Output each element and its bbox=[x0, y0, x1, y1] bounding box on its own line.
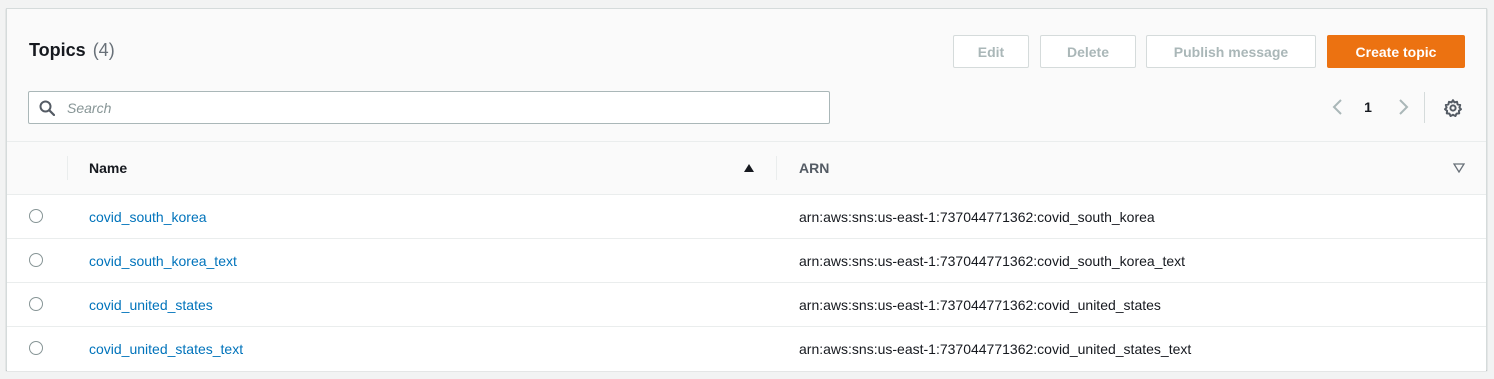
publish-message-button[interactable]: Publish message bbox=[1146, 35, 1316, 68]
topic-arn: arn:aws:sns:us-east-1:737044771362:covid… bbox=[799, 209, 1155, 225]
search-input[interactable] bbox=[65, 92, 815, 123]
row-radio[interactable] bbox=[29, 209, 43, 223]
caret-down-icon[interactable] bbox=[1453, 163, 1465, 173]
page-title: Topics (4) bbox=[29, 40, 115, 61]
gear-icon[interactable] bbox=[1443, 98, 1463, 118]
column-divider bbox=[776, 156, 777, 180]
chevron-right-icon[interactable] bbox=[1395, 98, 1411, 116]
delete-button[interactable]: Delete bbox=[1040, 35, 1136, 68]
table-row[interactable]: covid_united_states_text arn:aws:sns:us-… bbox=[7, 327, 1486, 371]
column-header-arn[interactable]: ARN bbox=[799, 160, 829, 176]
search-box[interactable] bbox=[28, 91, 830, 124]
column-header-name[interactable]: Name bbox=[89, 160, 127, 176]
topic-name-link[interactable]: covid_united_states bbox=[89, 297, 213, 313]
column-divider bbox=[67, 156, 68, 180]
pager-divider bbox=[1424, 92, 1425, 123]
table-row[interactable]: covid_south_korea arn:aws:sns:us-east-1:… bbox=[7, 195, 1486, 239]
edit-button[interactable]: Edit bbox=[953, 35, 1029, 68]
topic-arn: arn:aws:sns:us-east-1:737044771362:covid… bbox=[799, 341, 1192, 357]
chevron-left-icon[interactable] bbox=[1330, 98, 1346, 116]
search-icon bbox=[39, 100, 55, 116]
topic-name-link[interactable]: covid_south_korea bbox=[89, 209, 207, 225]
topic-arn: arn:aws:sns:us-east-1:737044771362:covid… bbox=[799, 297, 1161, 313]
row-radio[interactable] bbox=[29, 253, 43, 267]
topic-name-link[interactable]: covid_united_states_text bbox=[89, 341, 243, 357]
row-radio[interactable] bbox=[29, 297, 43, 311]
panel-header: Topics (4) Edit Delete Publish message C… bbox=[7, 9, 1486, 142]
table-header: Name ARN bbox=[7, 142, 1486, 195]
topic-arn: arn:aws:sns:us-east-1:737044771362:covid… bbox=[799, 253, 1186, 269]
caret-up-icon[interactable] bbox=[743, 163, 755, 173]
page-number[interactable]: 1 bbox=[1360, 99, 1376, 115]
table-row[interactable]: covid_united_states arn:aws:sns:us-east-… bbox=[7, 283, 1486, 327]
topic-name-link[interactable]: covid_south_korea_text bbox=[89, 253, 237, 269]
title-text: Topics bbox=[29, 40, 86, 60]
topics-panel: Topics (4) Edit Delete Publish message C… bbox=[6, 8, 1487, 371]
table-row[interactable]: covid_south_korea_text arn:aws:sns:us-ea… bbox=[7, 239, 1486, 283]
topic-count: (4) bbox=[92, 40, 115, 60]
create-topic-button[interactable]: Create topic bbox=[1327, 35, 1465, 68]
row-radio[interactable] bbox=[29, 341, 43, 355]
